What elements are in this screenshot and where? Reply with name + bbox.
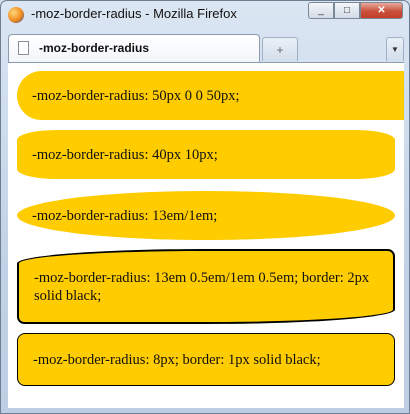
maximize-icon: □ [343, 5, 351, 16]
tab-label: -moz-border-radius [39, 41, 150, 55]
browser-window: -moz-border-radius - Mozilla Firefox _ □… [0, 0, 410, 414]
close-icon: ✕ [377, 5, 386, 16]
new-tab-button[interactable]: + [262, 37, 298, 61]
box-text: -moz-border-radius: 40px 10px; [32, 146, 218, 163]
rounded-box-5: -moz-border-radius: 8px; border: 1px sol… [17, 333, 395, 386]
minimize-button[interactable]: _ [308, 2, 334, 19]
tab-strip: -moz-border-radius + ▼ [8, 34, 404, 62]
tab-active[interactable]: -moz-border-radius [8, 34, 260, 62]
box-text: -moz-border-radius: 13em/1em; [32, 207, 218, 224]
page-content: -moz-border-radius: 50px 0 0 50px; -moz-… [8, 62, 404, 408]
close-button[interactable]: ✕ [360, 2, 403, 19]
box-text: -moz-border-radius: 50px 0 0 50px; [32, 87, 240, 104]
plus-icon: + [276, 42, 284, 57]
chevron-down-icon: ▼ [391, 45, 399, 54]
box-text: -moz-border-radius: 13em 0.5em/1em 0.5em… [34, 269, 370, 304]
maximize-button[interactable]: □ [334, 2, 360, 19]
minimize-icon: _ [318, 5, 324, 16]
rounded-box-3: -moz-border-radius: 13em/1em; [17, 191, 395, 240]
document-icon [18, 41, 29, 55]
window-controls: _ □ ✕ [308, 2, 403, 19]
firefox-icon [8, 7, 24, 23]
list-all-tabs-button[interactable]: ▼ [386, 37, 404, 61]
rounded-box-4: -moz-border-radius: 13em 0.5em/1em 0.5em… [17, 249, 395, 324]
title-bar[interactable]: -moz-border-radius - Mozilla Firefox _ □… [1, 1, 409, 31]
window-title: -moz-border-radius - Mozilla Firefox [31, 6, 237, 21]
rounded-box-1: -moz-border-radius: 50px 0 0 50px; [17, 71, 404, 120]
box-text: -moz-border-radius: 8px; border: 1px sol… [33, 351, 321, 368]
rounded-box-2: -moz-border-radius: 40px 10px; [17, 130, 395, 179]
